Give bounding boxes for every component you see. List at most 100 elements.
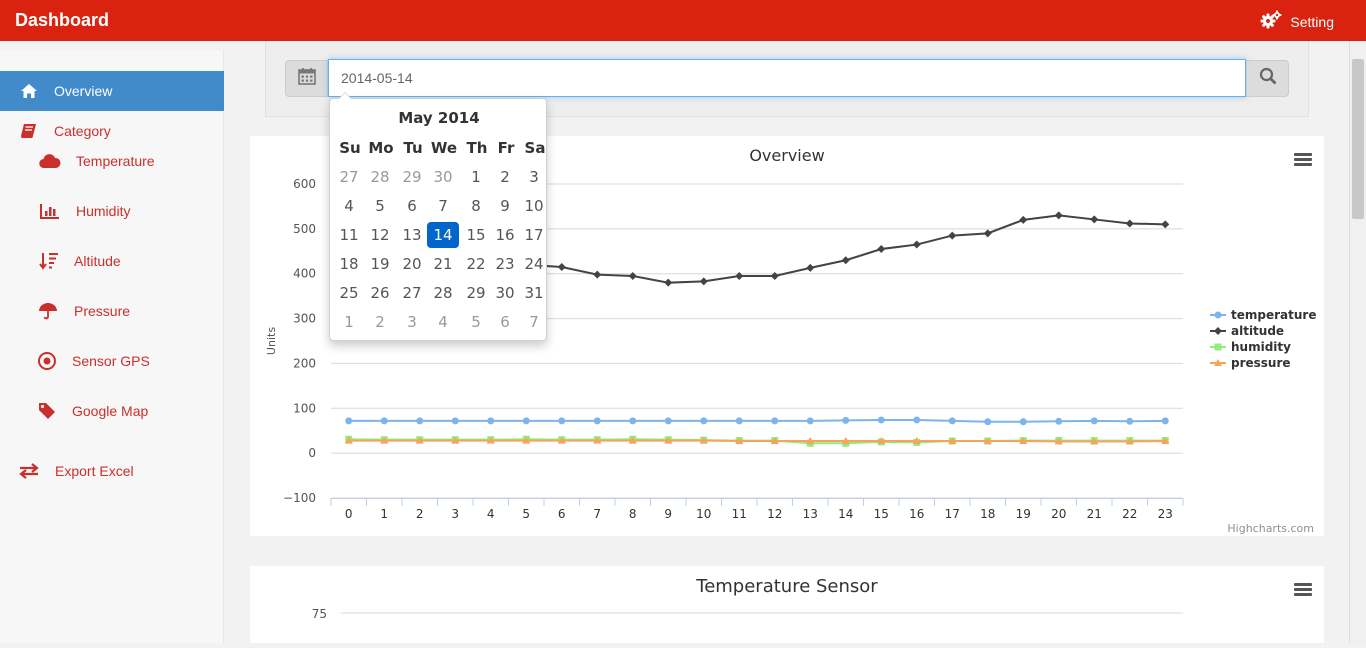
datepicker-day[interactable]: 30 xyxy=(427,164,459,190)
datepicker-day[interactable]: 2 xyxy=(364,309,396,335)
altitude-point[interactable] xyxy=(877,245,886,254)
temperature-point[interactable] xyxy=(948,417,956,425)
datepicker-day[interactable]: 6 xyxy=(489,309,521,335)
altitude-point[interactable] xyxy=(770,271,779,280)
altitude-point[interactable] xyxy=(1161,220,1170,229)
legend-label[interactable]: pressure xyxy=(1231,356,1291,370)
datepicker-day[interactable]: 1 xyxy=(333,309,365,335)
altitude-point[interactable] xyxy=(664,278,673,287)
legend-item-altitude[interactable]: altitude xyxy=(1210,324,1284,338)
chart-menu-button[interactable] xyxy=(1294,583,1312,597)
datepicker-day[interactable]: 30 xyxy=(489,280,521,306)
datepicker-day[interactable]: 4 xyxy=(427,309,459,335)
datepicker-day[interactable]: 15 xyxy=(460,222,492,248)
legend-symbol[interactable] xyxy=(1214,327,1222,335)
datepicker-day[interactable]: 28 xyxy=(427,280,459,306)
datepicker-day[interactable]: 16 xyxy=(489,222,521,248)
sidebar-item-sensor-gps[interactable]: Sensor GPS xyxy=(0,341,224,381)
temperature-point[interactable] xyxy=(771,417,779,425)
altitude-point[interactable] xyxy=(912,240,921,249)
temperature-point[interactable] xyxy=(877,416,885,424)
altitude-point[interactable] xyxy=(1019,215,1028,224)
temperature-point[interactable] xyxy=(380,417,388,425)
temperature-point[interactable] xyxy=(629,417,637,425)
datepicker-day[interactable]: 29 xyxy=(460,280,492,306)
datepicker-day[interactable]: 3 xyxy=(518,164,550,190)
sidebar-item-pressure[interactable]: Pressure xyxy=(0,291,224,331)
datepicker-day[interactable]: 23 xyxy=(489,251,521,277)
datepicker-month-title[interactable]: May 2014 xyxy=(330,109,548,127)
sidebar-item-temperature[interactable]: Temperature xyxy=(0,141,224,181)
temperature-point[interactable] xyxy=(1161,417,1169,425)
chart-menu-button[interactable] xyxy=(1294,153,1312,167)
datepicker-day[interactable]: 18 xyxy=(333,251,365,277)
datepicker-day[interactable]: 25 xyxy=(333,280,365,306)
temperature-point[interactable] xyxy=(1126,417,1134,425)
temperature-point[interactable] xyxy=(558,417,566,425)
sidebar-item-google-map[interactable]: Google Map xyxy=(0,391,224,431)
altitude-point[interactable] xyxy=(628,271,637,280)
datepicker-day[interactable]: 31 xyxy=(518,280,550,306)
sidebar-item-altitude[interactable]: Altitude xyxy=(0,241,224,281)
brand-title[interactable]: Dashboard xyxy=(15,10,109,31)
temperature-point[interactable] xyxy=(487,417,495,425)
temperature-point[interactable] xyxy=(1019,418,1027,426)
datepicker-day[interactable]: 19 xyxy=(364,251,396,277)
altitude-point[interactable] xyxy=(557,262,566,271)
datepicker-day[interactable]: 6 xyxy=(396,193,428,219)
datepicker-day[interactable]: 21 xyxy=(427,251,459,277)
datepicker-day[interactable]: 1 xyxy=(460,164,492,190)
datepicker-day[interactable]: 4 xyxy=(333,193,365,219)
datepicker-day[interactable]: 29 xyxy=(396,164,428,190)
altitude-point[interactable] xyxy=(841,256,850,265)
datepicker-day[interactable]: 20 xyxy=(396,251,428,277)
datepicker-day[interactable]: 10 xyxy=(518,193,550,219)
temperature-point[interactable] xyxy=(451,417,459,425)
datepicker-day[interactable]: 7 xyxy=(427,193,459,219)
datepicker-day[interactable]: 26 xyxy=(364,280,396,306)
legend-label[interactable]: humidity xyxy=(1231,340,1291,354)
datepicker-day[interactable]: 27 xyxy=(333,164,365,190)
altitude-point[interactable] xyxy=(948,231,957,240)
sidebar-item-export-excel[interactable]: Export Excel xyxy=(0,451,224,491)
temperature-point[interactable] xyxy=(1055,417,1063,425)
datepicker-day[interactable]: 17 xyxy=(518,222,550,248)
search-button[interactable] xyxy=(1246,60,1289,97)
datepicker-day[interactable]: 14 xyxy=(427,222,459,248)
temperature-point[interactable] xyxy=(664,417,672,425)
datepicker-day[interactable]: 22 xyxy=(460,251,492,277)
sidebar-item-overview[interactable]: Overview xyxy=(0,71,224,111)
altitude-point[interactable] xyxy=(806,263,815,272)
altitude-point[interactable] xyxy=(735,271,744,280)
scrollbar-thumb[interactable] xyxy=(1352,59,1364,219)
datepicker-day[interactable]: 5 xyxy=(364,193,396,219)
temperature-point[interactable] xyxy=(806,417,814,425)
datepicker-day[interactable]: 11 xyxy=(333,222,365,248)
temperature-point[interactable] xyxy=(984,418,992,426)
temperature-point[interactable] xyxy=(593,417,601,425)
datepicker-day[interactable]: 9 xyxy=(489,193,521,219)
legend-item-pressure[interactable]: pressure xyxy=(1210,356,1291,370)
datepicker-day[interactable]: 28 xyxy=(364,164,396,190)
date-input[interactable] xyxy=(328,59,1246,97)
altitude-point[interactable] xyxy=(1125,219,1134,228)
altitude-point[interactable] xyxy=(1054,211,1063,220)
datepicker-day[interactable]: 24 xyxy=(518,251,550,277)
altitude-point[interactable] xyxy=(593,270,602,279)
datepicker-day[interactable]: 8 xyxy=(460,193,492,219)
datepicker-day[interactable]: 13 xyxy=(396,222,428,248)
setting-button[interactable]: Setting xyxy=(1260,10,1334,33)
temperature-point[interactable] xyxy=(1090,417,1098,425)
temperature-point[interactable] xyxy=(416,417,424,425)
calendar-addon[interactable] xyxy=(285,60,328,97)
datepicker-day[interactable]: 5 xyxy=(460,309,492,335)
page-scrollbar[interactable] xyxy=(1349,41,1366,643)
chart-credits[interactable]: Highcharts.com xyxy=(1227,522,1314,535)
temperature-point[interactable] xyxy=(842,416,850,424)
datepicker-day[interactable]: 7 xyxy=(518,309,550,335)
temperature-point[interactable] xyxy=(522,417,530,425)
legend-label[interactable]: temperature xyxy=(1231,308,1316,322)
datepicker-day[interactable]: 3 xyxy=(396,309,428,335)
legend-item-humidity[interactable]: humidity xyxy=(1210,340,1291,354)
sidebar-item-humidity[interactable]: Humidity xyxy=(0,191,224,231)
